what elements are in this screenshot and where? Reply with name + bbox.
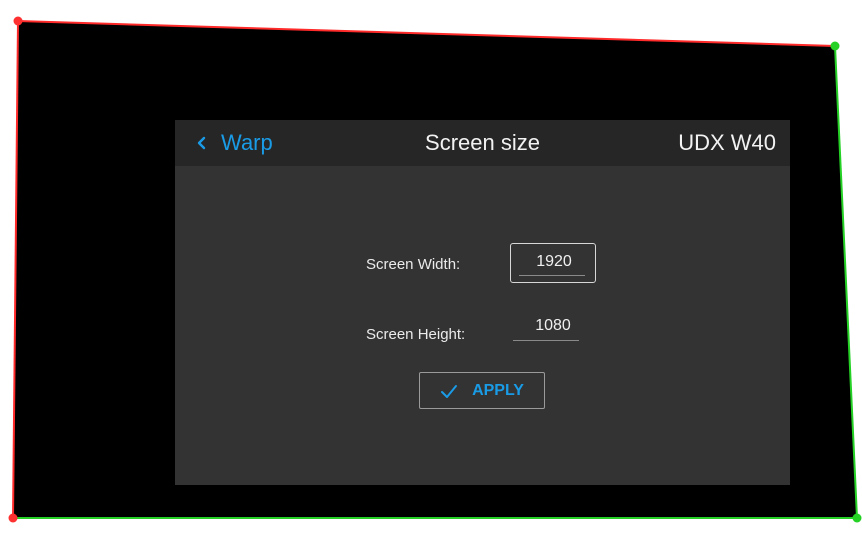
corner-handle-bottom-left[interactable] (8, 513, 18, 523)
screen-height-underline (513, 340, 579, 341)
screen-height-input[interactable]: 1080 (510, 310, 596, 350)
screen-height-row: Screen Height: 1080 (175, 313, 790, 357)
screen-width-input[interactable]: 1920 (510, 243, 596, 283)
corner-handle-top-left[interactable] (13, 16, 23, 26)
apply-button[interactable]: APPLY (419, 372, 545, 409)
warp-screen: Warp Screen size UDX W40 Screen Width: 1… (0, 0, 862, 536)
corner-handle-bottom-right[interactable] (852, 513, 862, 523)
screen-width-label: Screen Width: (366, 256, 461, 273)
model-name: UDX W40 (678, 130, 776, 155)
screen-height-label: Screen Height: (366, 326, 466, 343)
dialog-header: Warp Screen size UDX W40 (175, 120, 790, 166)
screen-size-dialog: Warp Screen size UDX W40 Screen Width: 1… (175, 120, 790, 485)
screen-width-row: Screen Width: 1920 (175, 242, 790, 286)
corner-handle-top-right[interactable] (830, 41, 840, 51)
screen-width-underline (519, 275, 585, 276)
checkmark-icon (440, 382, 458, 400)
screen-height-value: 1080 (535, 317, 571, 334)
apply-label: APPLY (472, 381, 524, 399)
screen-width-value: 1920 (536, 253, 572, 270)
